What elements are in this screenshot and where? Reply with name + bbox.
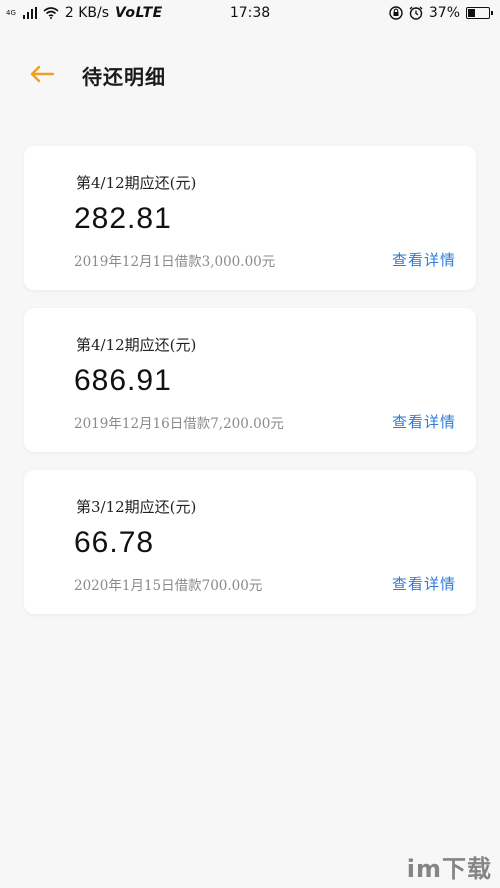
header: 待还明细	[0, 48, 500, 102]
status-bar: 4G 2 KB/s VoLTE 17:38 37%	[0, 0, 500, 26]
wifi-icon	[43, 7, 59, 19]
loan-description: 2020年1月15日借款700.00元	[74, 578, 263, 594]
amount-due: 66.78	[74, 526, 155, 559]
installment-period: 第3/12期应还(元)	[76, 498, 197, 516]
watermark: im下载	[406, 855, 492, 883]
status-left: 4G 2 KB/s VoLTE	[6, 5, 163, 21]
battery-percent: 37%	[428, 5, 460, 21]
view-details-link[interactable]: 查看详情	[392, 411, 456, 432]
network-type-label: 4G	[6, 8, 16, 17]
rotation-lock-icon	[389, 6, 403, 20]
volte-label: VoLTE	[115, 5, 163, 21]
battery-icon	[466, 7, 493, 19]
signal-icon	[22, 7, 37, 19]
repayment-card: 第3/12期应还(元) 66.78 2020年1月15日借款700.00元 查看…	[24, 470, 476, 614]
status-right: 37%	[389, 5, 493, 21]
repayment-card: 第4/12期应还(元) 686.91 2019年12月16日借款7,200.00…	[24, 308, 476, 452]
repayment-card: 第4/12期应还(元) 282.81 2019年12月1日借款3,000.00元…	[24, 146, 476, 290]
view-details-link[interactable]: 查看详情	[392, 573, 456, 594]
view-details-link[interactable]: 查看详情	[392, 249, 456, 270]
back-arrow-icon	[30, 65, 55, 83]
installment-period: 第4/12期应还(元)	[76, 174, 197, 192]
amount-due: 282.81	[74, 202, 172, 235]
loan-description: 2019年12月16日借款7,200.00元	[74, 416, 284, 432]
loan-description: 2019年12月1日借款3,000.00元	[74, 254, 276, 270]
alarm-clock-icon	[409, 6, 423, 20]
network-speed: 2 KB/s	[64, 5, 110, 21]
amount-due: 686.91	[74, 364, 172, 397]
clock: 17:38	[229, 5, 271, 21]
page-title: 待还明细	[82, 65, 166, 89]
back-button[interactable]	[26, 62, 58, 86]
installment-period: 第4/12期应还(元)	[76, 336, 197, 354]
battery-level-fill	[468, 9, 476, 17]
